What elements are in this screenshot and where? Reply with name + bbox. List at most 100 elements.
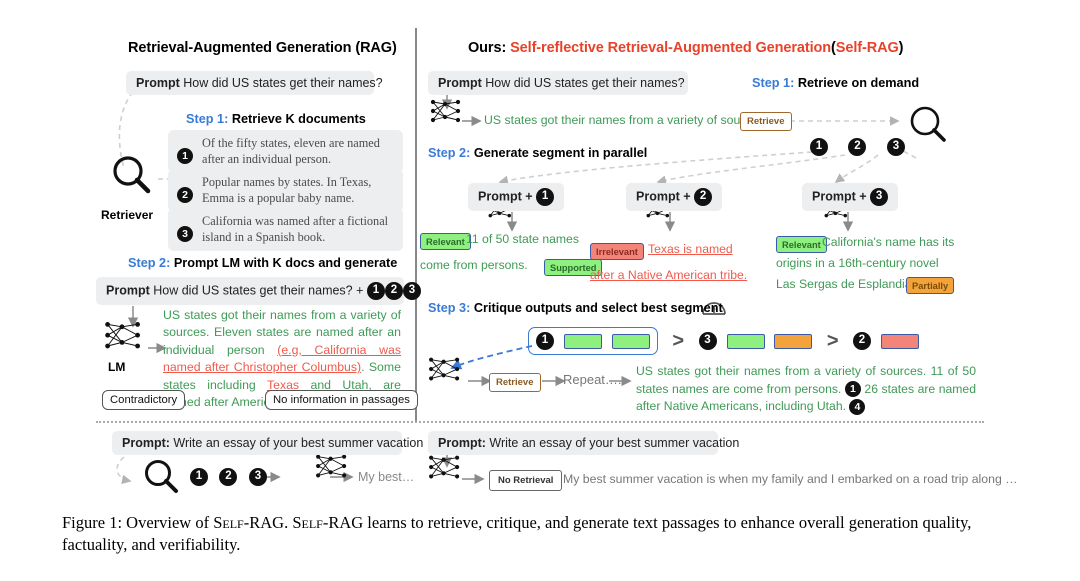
badge-relevant-1: Relevant (420, 233, 471, 250)
panel-divider-vertical (415, 28, 417, 423)
branch-3-text-line1: California's name has its (822, 235, 955, 249)
branch-3-text-line3: Las Sergas de Esplandián. (776, 277, 922, 291)
ranking-row: 1 > 3 > 2 (528, 327, 920, 356)
branch-1-text-line1: 11 of 50 state names (466, 232, 579, 246)
doc-number-2: 2 (219, 468, 238, 486)
lm-icon (316, 454, 347, 478)
right-step3-label: Step 3: Critique outputs and select best… (428, 301, 723, 315)
left-step2-text: Prompt LM with K docs and generate (173, 256, 398, 270)
branch-header-prefix: Prompt + (478, 189, 533, 204)
right-bottom-prompt-label: Prompt: (438, 436, 486, 450)
left-prompt-label: Prompt (136, 76, 180, 90)
left-bottom-prompt-text: Write an essay of your best summer vacat… (173, 436, 424, 450)
branch-header-prefix: Prompt + (636, 189, 691, 204)
doc-number-3: 3 (698, 332, 717, 351)
doc-number-1: 1 (190, 468, 208, 486)
left-step1-label: Step 1: Retrieve K documents (186, 112, 366, 126)
left-prompt2-label: Prompt (106, 283, 150, 298)
left-bottom-prompt-box: Prompt: Write an essay of your best summ… (112, 431, 423, 455)
left-step2-number: Step 2: (128, 256, 171, 270)
badge-partially-3: Partially (906, 277, 955, 294)
ranking-item-selected[interactable]: 1 (528, 327, 658, 356)
right-title-prefix: Ours: (468, 40, 507, 56)
left-step1-number: Step 1: (186, 112, 229, 126)
doc-number-2: 2 (384, 282, 403, 300)
lm-icon (429, 455, 460, 479)
retrieve-token-2: Retrieve (489, 373, 541, 392)
citation-4: 4 (849, 399, 866, 416)
right-prompt-text: How did US states get their names? (485, 76, 685, 90)
right-step2-text: Generate segment in parallel (473, 146, 648, 160)
rank-segment-orange (774, 333, 813, 349)
doc-number-2: 2 (853, 332, 871, 351)
caption-prefix: Figure 1: Overview of (62, 513, 214, 532)
left-passage-3: 3 California was named after a fictional… (168, 208, 403, 252)
passage-text: Popular names by states. In Texas, Emma … (202, 175, 372, 205)
right-step2-label: Step 2: Generate segment in parallel (428, 146, 647, 160)
doc-number-1: 1 (366, 282, 385, 300)
branch-2-text-line1: Texas is named (648, 242, 733, 256)
branch-3-text-line2: origins in a 16th-century novel (776, 256, 939, 270)
right-title-abbrev: Self-RAG (835, 40, 899, 56)
left-prompt-text: How did US states get their names? (183, 76, 383, 90)
right-step1-text: Retrieve on demand (797, 76, 920, 90)
left-step2-label: Step 2: Prompt LM with K docs and genera… (128, 256, 397, 270)
rank-segment-green (564, 333, 603, 349)
caption-name-1: Self-RAG (213, 513, 285, 532)
right-panel-title: Ours: Self-reflective Retrieval-Augmente… (468, 40, 903, 56)
doc-number-3: 3 (886, 138, 905, 156)
callout-no-information: No information in passages (265, 390, 418, 410)
no-retrieval-token: No Retrieval (489, 470, 563, 491)
right-step3-number: Step 3: (428, 301, 471, 315)
left-prompt2-box: Prompt How did US states get their names… (96, 277, 421, 305)
left-passage-1: 1 Of the fifty states, eleven are named … (168, 130, 403, 174)
right-step1-label: Step 1: Retrieve on demand (752, 76, 919, 90)
figure-canvas: Retrieval-Augmented Generation (RAG) Pro… (0, 0, 1080, 505)
branch-3-header: Prompt + 3 (802, 183, 899, 211)
rank-separator: > (672, 329, 685, 352)
ranking-item-3[interactable]: 2 (853, 332, 920, 351)
doc-number-1: 1 (810, 138, 828, 156)
right-bottom-output: My best summer vacation is when my famil… (563, 472, 1018, 486)
lm-icon (429, 357, 460, 381)
passage-number: 3 (177, 226, 193, 242)
right-step3-text: Critique outputs and select best segment (473, 301, 723, 315)
doc-number-2: 2 (694, 188, 713, 206)
branch-header-prefix: Prompt + (812, 189, 867, 204)
badge-irrelevant-2: Irrelevant (590, 243, 644, 260)
passage-text: California was named after a fictional i… (202, 214, 389, 244)
passage-text: Of the fifty states, eleven are named af… (202, 136, 380, 166)
passage-number: 2 (177, 187, 193, 203)
right-prompt-label: Prompt (438, 76, 482, 90)
left-step1-text: Retrieve K documents (231, 112, 366, 126)
right-title-main: Self-reflective Retrieval-Augmented Gene… (510, 40, 832, 56)
right-bottom-prompt-box: Prompt: Write an essay of your best summ… (428, 431, 739, 455)
left-bottom-output: My best… (358, 470, 415, 484)
caption-name-2: Self-RAG (292, 513, 364, 532)
right-final-output: US states got their names from a variety… (636, 363, 976, 416)
panel-divider-horizontal (96, 421, 984, 423)
lm-icon (430, 99, 461, 123)
branch-1-text-line2: come from persons. (420, 258, 528, 272)
ranking-item-2[interactable]: 3 (698, 332, 817, 351)
left-panel-title: Retrieval-Augmented Generation (RAG) (128, 40, 397, 56)
doc-number-3: 3 (248, 468, 267, 486)
branch-1-header: Prompt + 1 (468, 183, 565, 211)
lm-label: LM (108, 360, 126, 374)
left-bottom-doc-numbers: 1 2 3 (190, 468, 267, 486)
retrieve-token: Retrieve (740, 112, 792, 131)
badge-relevant-3: Relevant (776, 236, 827, 253)
figure-caption: Figure 1: Overview of Self-RAG. Self-RAG… (62, 512, 1022, 556)
citation-1: 1 (844, 381, 861, 398)
branch-2-text-line2: after a Native American tribe. (590, 268, 748, 282)
right-step1-output: US states got their names from a variety… (484, 113, 767, 127)
retriever-label: Retriever (101, 208, 154, 222)
retrieved-doc-numbers: 1 2 3 (810, 138, 905, 156)
left-prompt2-text: How did US states get their names? + (153, 283, 364, 298)
doc-number-3: 3 (870, 188, 889, 206)
doc-number-1: 1 (536, 332, 554, 350)
passage-number: 1 (177, 148, 193, 164)
doc-number-3: 3 (402, 282, 421, 300)
left-bottom-prompt-label: Prompt: (122, 436, 170, 450)
left-prompt-box: Prompt How did US states get their names… (126, 71, 383, 95)
